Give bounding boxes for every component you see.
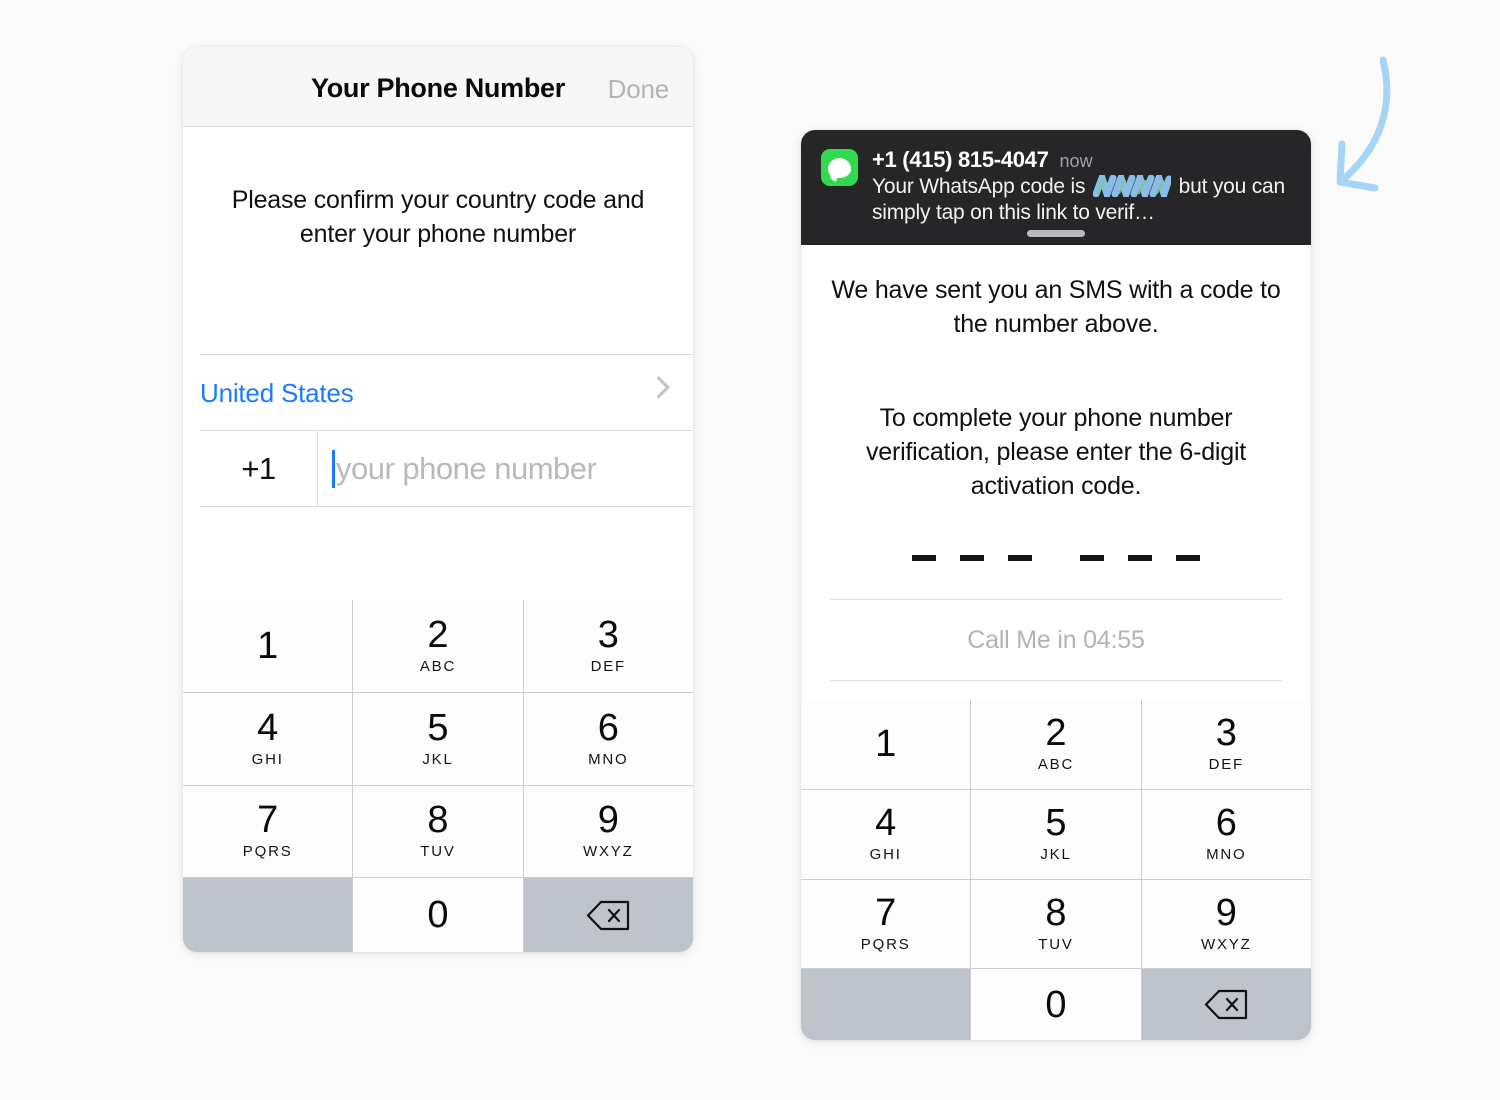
phone-screen-enter-number: Your Phone Number Done Please confirm yo… [183, 47, 693, 952]
keypad-key-0[interactable]: 0 [353, 878, 523, 952]
notification-body-before: Your WhatsApp code is [872, 175, 1086, 198]
code-dash-3 [1008, 555, 1032, 561]
backspace-delete-icon [1205, 990, 1248, 1020]
keypad-key-2[interactable]: 2 ABC [353, 600, 523, 692]
keypad-digit: 9 [597, 799, 619, 842]
keypad-key-7[interactable]: 7 PQRS [801, 879, 971, 969]
keypad-letters: MNO [1206, 846, 1247, 864]
done-button[interactable]: Done [608, 74, 670, 105]
speech-bubble-icon [828, 157, 851, 178]
notification-grabber-handle[interactable] [1027, 230, 1085, 237]
keypad-key-3[interactable]: 3 DEF [1141, 700, 1311, 789]
country-code-field[interactable]: +1 [200, 431, 318, 506]
keypad-letters: WXYZ [1201, 935, 1252, 953]
redacted-scribble-icon [1092, 167, 1173, 206]
keypad-key-6[interactable]: 6 MNO [1141, 789, 1311, 879]
keypad-digit: 4 [257, 706, 279, 749]
keypad-key-delete[interactable] [1141, 969, 1311, 1040]
keypad-key-9[interactable]: 9 WXYZ [523, 785, 693, 878]
call-me-button[interactable]: Call Me in 04:55 [829, 599, 1283, 681]
keypad-key-1[interactable]: 1 [183, 600, 353, 692]
keypad-digit: 4 [875, 802, 897, 845]
instructions-text: Please confirm your country code and ent… [231, 186, 645, 248]
keypad-key-8[interactable]: 8 TUV [353, 785, 523, 878]
phone-number-row: +1 your phone number [200, 430, 693, 507]
code-dash-4 [1080, 555, 1104, 561]
phone-number-placeholder: your phone number [336, 450, 597, 486]
keypad-letters: DEF [590, 657, 627, 675]
country-name-label: United States [200, 377, 354, 408]
keypad-digit: 1 [257, 624, 279, 667]
keypad-letters: PQRS [860, 935, 911, 953]
keypad-digit: 0 [1045, 983, 1067, 1026]
keypad-key-9[interactable]: 9 WXYZ [1141, 879, 1311, 969]
keypad-key-5[interactable]: 5 JKL [353, 692, 523, 785]
navigation-bar: Your Phone Number Done [183, 47, 693, 127]
phone-number-input[interactable]: your phone number [318, 431, 693, 506]
keypad-digit: 1 [875, 723, 897, 766]
keypad-key-4[interactable]: 4 GHI [801, 789, 971, 879]
keypad-letters: TUV [420, 843, 456, 861]
sms-sent-text: We have sent you an SMS with a code to t… [831, 276, 1281, 338]
code-dash-1 [912, 555, 936, 561]
notification-sender: +1 (415) 815-4047 [872, 147, 1049, 172]
phone-screen-enter-code: +1 (415) 815-4047 now Your WhatsApp code… [801, 130, 1311, 1040]
code-dash-5 [1128, 555, 1152, 561]
keypad-key-blank [801, 969, 971, 1040]
keypad-key-8[interactable]: 8 TUV [971, 879, 1141, 969]
keypad-digit: 2 [427, 613, 449, 656]
messages-app-icon [821, 149, 858, 186]
keypad-key-2[interactable]: 2 ABC [971, 700, 1141, 789]
activation-code-input[interactable] [801, 555, 1311, 599]
code-dash-2 [960, 555, 984, 561]
keypad-digit: 0 [427, 894, 449, 937]
keypad-digit: 6 [597, 706, 619, 749]
code-dash-6 [1176, 555, 1200, 561]
chevron-right-icon [647, 376, 670, 399]
keypad-digit: 8 [427, 799, 449, 842]
keypad-key-3[interactable]: 3 DEF [523, 600, 693, 692]
text-caret [332, 449, 335, 488]
keypad-letters: JKL [422, 750, 454, 768]
notification-body: Your WhatsApp code is but you can simply… [872, 167, 1295, 226]
sms-notification-banner[interactable]: +1 (415) 815-4047 now Your WhatsApp code… [801, 130, 1311, 245]
keypad-letters: TUV [1038, 935, 1074, 953]
keypad-letters: GHI [869, 846, 902, 864]
keypad-digit: 2 [1045, 712, 1067, 755]
keypad-key-blank [183, 878, 353, 952]
keypad-digit: 9 [1215, 891, 1237, 934]
keypad-letters: JKL [1040, 846, 1072, 864]
keypad-digit: 7 [875, 891, 897, 934]
notification-timestamp: now [1059, 151, 1093, 171]
keypad-letters: ABC [419, 657, 457, 675]
keypad-digit: 5 [427, 706, 449, 749]
numeric-keypad: 1 2 ABC 3 DEF 4 GHI 5 JKL 6 MNO 7 PQRS 8 TUV 9 WXYZ 0 [183, 600, 693, 952]
keypad-digit: 3 [1215, 712, 1237, 755]
numeric-keypad: 1 2 ABC 3 DEF 4 GHI 5 JKL 6 MNO 7 PQRS 8 TUV 9 WXYZ 0 [801, 700, 1311, 1040]
country-selector-row[interactable]: United States [200, 354, 693, 431]
keypad-digit: 3 [597, 613, 619, 656]
curved-arrow-down-left-icon [1315, 40, 1500, 220]
keypad-key-1[interactable]: 1 [801, 700, 971, 789]
keypad-letters: MNO [588, 750, 629, 768]
keypad-key-4[interactable]: 4 GHI [183, 692, 353, 785]
backspace-delete-icon [587, 900, 630, 930]
keypad-key-delete[interactable] [523, 878, 693, 952]
keypad-digit: 8 [1045, 891, 1067, 934]
keypad-key-6[interactable]: 6 MNO [523, 692, 693, 785]
keypad-digit: 5 [1045, 802, 1067, 845]
keypad-letters: ABC [1037, 756, 1075, 774]
keypad-letters: DEF [1208, 756, 1245, 774]
keypad-digit: 6 [1215, 802, 1237, 845]
enter-code-instructions-text: To complete your phone number verificati… [865, 404, 1247, 500]
keypad-digit: 7 [257, 799, 279, 842]
keypad-key-5[interactable]: 5 JKL [971, 789, 1141, 879]
keypad-key-7[interactable]: 7 PQRS [183, 785, 353, 878]
keypad-letters: GHI [251, 750, 284, 768]
keypad-letters: WXYZ [583, 843, 634, 861]
keypad-letters: PQRS [242, 843, 293, 861]
keypad-key-0[interactable]: 0 [971, 969, 1141, 1040]
